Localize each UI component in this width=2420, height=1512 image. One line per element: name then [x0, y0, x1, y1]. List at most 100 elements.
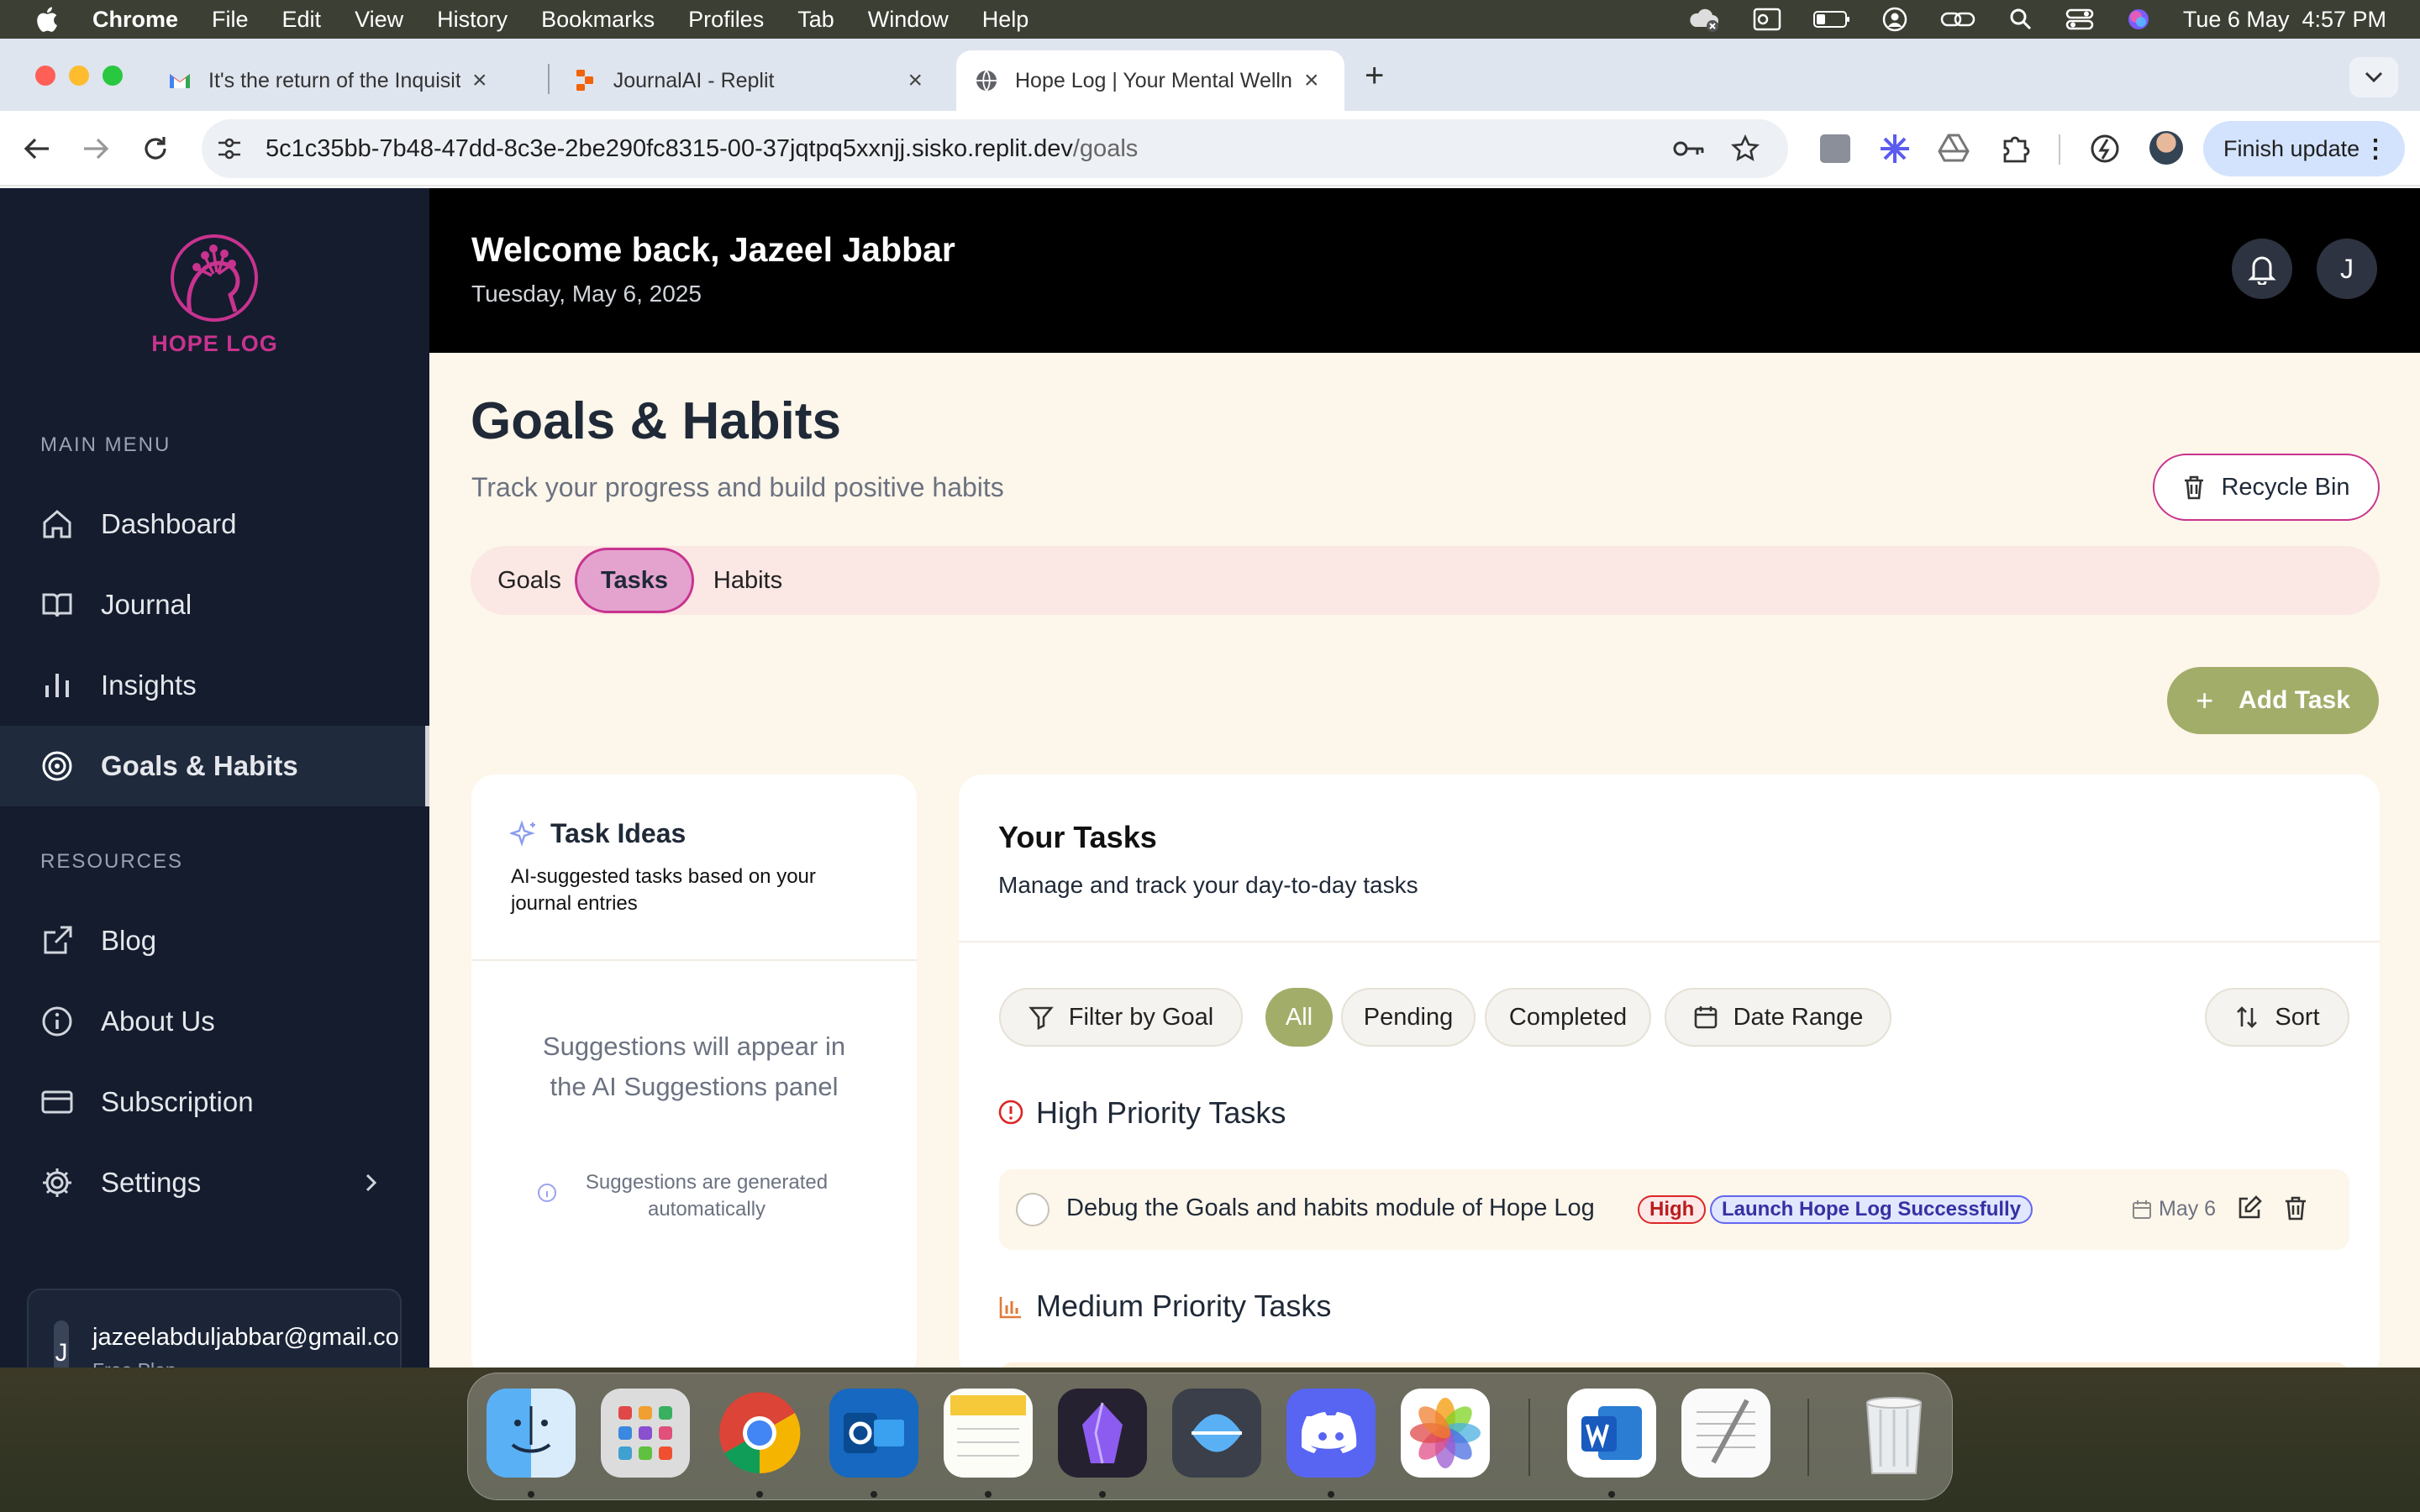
- menu-window[interactable]: Window: [868, 7, 949, 33]
- task-checkbox[interactable]: [1016, 1193, 1050, 1226]
- drive-extension-icon[interactable]: [1938, 133, 1970, 163]
- kebab-menu-icon[interactable]: ⋮: [2363, 134, 2388, 164]
- close-tab-icon[interactable]: ×: [472, 66, 487, 95]
- chrome-icon[interactable]: [715, 1389, 804, 1478]
- photos-icon[interactable]: [1401, 1389, 1490, 1478]
- control-center-icon[interactable]: [2065, 7, 2094, 32]
- tab-tasks[interactable]: Tasks: [575, 548, 694, 613]
- nav-subscription[interactable]: Subscription: [0, 1062, 429, 1142]
- browser-tab-gmail[interactable]: It's the return of the Inquisition ×: [150, 50, 536, 111]
- sort-button[interactable]: Sort: [2205, 988, 2349, 1047]
- menu-history[interactable]: History: [437, 7, 508, 33]
- running-indicator: [1608, 1491, 1615, 1498]
- task-row[interactable]: Debug the Goals and habits module of Hop…: [999, 1169, 2349, 1250]
- reload-icon[interactable]: [141, 134, 170, 163]
- header-avatar[interactable]: J: [2317, 239, 2377, 299]
- menu-bookmarks[interactable]: Bookmarks: [541, 7, 655, 33]
- dock-divider: [1807, 1399, 1809, 1476]
- launchpad-icon[interactable]: [601, 1389, 690, 1478]
- user-card[interactable]: J jazeelabduljabbar@gmail.com Free Plan: [27, 1289, 402, 1368]
- menu-edit[interactable]: Edit: [282, 7, 322, 33]
- filter-pending-button[interactable]: Pending: [1341, 988, 1476, 1047]
- browser-tab-replit[interactable]: JournalAI - Replit ×: [555, 50, 941, 111]
- close-tab-icon[interactable]: ×: [1304, 66, 1319, 95]
- nav-settings[interactable]: Settings: [0, 1142, 429, 1223]
- word-icon[interactable]: [1567, 1389, 1656, 1478]
- add-task-label: Add Task: [2238, 686, 2350, 714]
- address-bar[interactable]: 5c1c35bb-7b48-47dd-8c3e-2be290fc8315-00-…: [202, 119, 1788, 178]
- suggestions-empty-text: Suggestions will appear in the AI Sugges…: [542, 1032, 846, 1101]
- profile-avatar[interactable]: [2149, 131, 2183, 165]
- hope-log-logo[interactable]: [165, 232, 264, 324]
- suggestions-note: Suggestions are generated automatically: [585, 1171, 829, 1221]
- password-key-icon[interactable]: [1672, 136, 1706, 161]
- performance-icon[interactable]: [2089, 133, 2121, 165]
- nav-dashboard[interactable]: Dashboard: [0, 484, 429, 564]
- tab-search-button[interactable]: [2349, 57, 2398, 97]
- medium-priority-chart-icon: [999, 1297, 1021, 1319]
- nav-journal[interactable]: Journal: [0, 564, 429, 645]
- nav-goals-habits[interactable]: Goals & Habits: [0, 726, 429, 806]
- your-tasks-title: Your Tasks: [998, 820, 1157, 854]
- puzzle-extensions-icon[interactable]: [2000, 133, 2032, 165]
- filter-all-button[interactable]: All: [1265, 988, 1333, 1047]
- devtools-extension-icon[interactable]: [1820, 134, 1850, 163]
- menu-help[interactable]: Help: [982, 7, 1029, 33]
- chevron-down-icon: [2365, 71, 2383, 83]
- edit-icon[interactable]: [2236, 1194, 2263, 1221]
- window-close-button[interactable]: [35, 66, 55, 86]
- notifications-button[interactable]: [2232, 239, 2292, 299]
- card-divider: [471, 959, 917, 961]
- notes-icon[interactable]: [944, 1389, 1033, 1478]
- tab-habits[interactable]: Habits: [694, 551, 802, 610]
- plus-icon: +: [2196, 683, 2214, 717]
- forward-arrow-icon[interactable]: [81, 134, 111, 163]
- filter-completed-button[interactable]: Completed: [1485, 988, 1651, 1047]
- obsidian-icon[interactable]: [1058, 1389, 1147, 1478]
- trash-icon[interactable]: [1849, 1389, 1939, 1478]
- add-task-button[interactable]: + Add Task: [2167, 667, 2379, 734]
- nav-insights[interactable]: Insights: [0, 645, 429, 726]
- window-zoom-button[interactable]: [103, 66, 123, 86]
- textedit-icon[interactable]: [1681, 1389, 1770, 1478]
- discord-icon[interactable]: [1286, 1389, 1376, 1478]
- migration-assistant-icon[interactable]: [1172, 1389, 1261, 1478]
- task-row[interactable]: [999, 1362, 2349, 1368]
- nav-blog[interactable]: Blog: [0, 900, 429, 981]
- nav-about-us[interactable]: About Us: [0, 981, 429, 1062]
- new-tab-button[interactable]: +: [1365, 57, 1384, 95]
- menu-view[interactable]: View: [355, 7, 403, 33]
- tab-goals[interactable]: Goals: [477, 551, 581, 610]
- battery-icon[interactable]: [1812, 9, 1850, 29]
- high-priority-heading: High Priority Tasks: [1036, 1095, 1286, 1130]
- snowflake-extension-icon[interactable]: [1879, 133, 1911, 165]
- finder-icon[interactable]: [487, 1389, 576, 1478]
- close-tab-icon[interactable]: ×: [908, 66, 923, 95]
- site-settings-icon[interactable]: [215, 136, 244, 161]
- chrome-window: It's the return of the Inquisition × Jou…: [0, 39, 2420, 1368]
- siri-icon[interactable]: [2126, 7, 2151, 32]
- menu-file[interactable]: File: [212, 7, 249, 33]
- menu-profiles[interactable]: Profiles: [688, 7, 764, 33]
- delete-trash-icon[interactable]: [2283, 1194, 2308, 1221]
- bookmark-star-icon[interactable]: [1731, 134, 1760, 163]
- back-arrow-icon[interactable]: [22, 134, 52, 163]
- recycle-bin-label: Recycle Bin: [2221, 473, 2350, 501]
- outlook-menubar-icon[interactable]: [1753, 7, 1781, 32]
- finish-update-button[interactable]: Finish update ⋮: [2203, 121, 2405, 176]
- calendar-icon: [1694, 1006, 1717, 1029]
- menu-app-name[interactable]: Chrome: [92, 7, 178, 33]
- outlook-icon[interactable]: [829, 1389, 918, 1478]
- browser-tab-hope-log[interactable]: Hope Log | Your Mental Wellness ×: [956, 50, 1344, 111]
- menubar-clock[interactable]: Tue 6 May 4:57 PM: [2183, 7, 2386, 33]
- user-account-icon[interactable]: [1882, 7, 1907, 32]
- cloud-icon[interactable]: [1687, 7, 1721, 32]
- window-minimize-button[interactable]: [69, 66, 89, 86]
- date-range-button[interactable]: Date Range: [1665, 988, 1891, 1047]
- filter-by-goal-button[interactable]: Filter by Goal: [999, 988, 1243, 1047]
- spotlight-search-icon[interactable]: [2008, 7, 2033, 32]
- apple-icon[interactable]: [34, 5, 59, 34]
- link-icon[interactable]: [1939, 7, 1976, 32]
- recycle-bin-button[interactable]: Recycle Bin: [2153, 454, 2380, 521]
- menu-tab[interactable]: Tab: [797, 7, 834, 33]
